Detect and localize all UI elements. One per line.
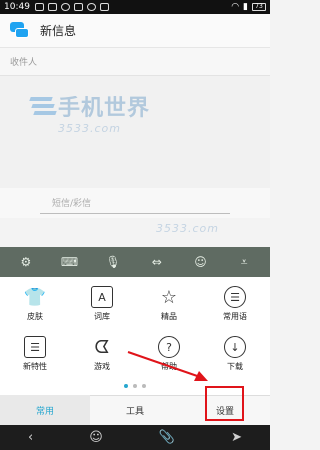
attach-icon[interactable]: 📎	[159, 430, 175, 445]
back-icon[interactable]: ‹	[28, 430, 33, 445]
navigation-bar: ‹ ☺ 📎 ➤	[0, 425, 270, 450]
send-icon[interactable]: ➤	[231, 430, 242, 445]
annotation-arrow-icon	[127, 351, 208, 381]
emoji-icon[interactable]: ☺	[89, 430, 103, 445]
